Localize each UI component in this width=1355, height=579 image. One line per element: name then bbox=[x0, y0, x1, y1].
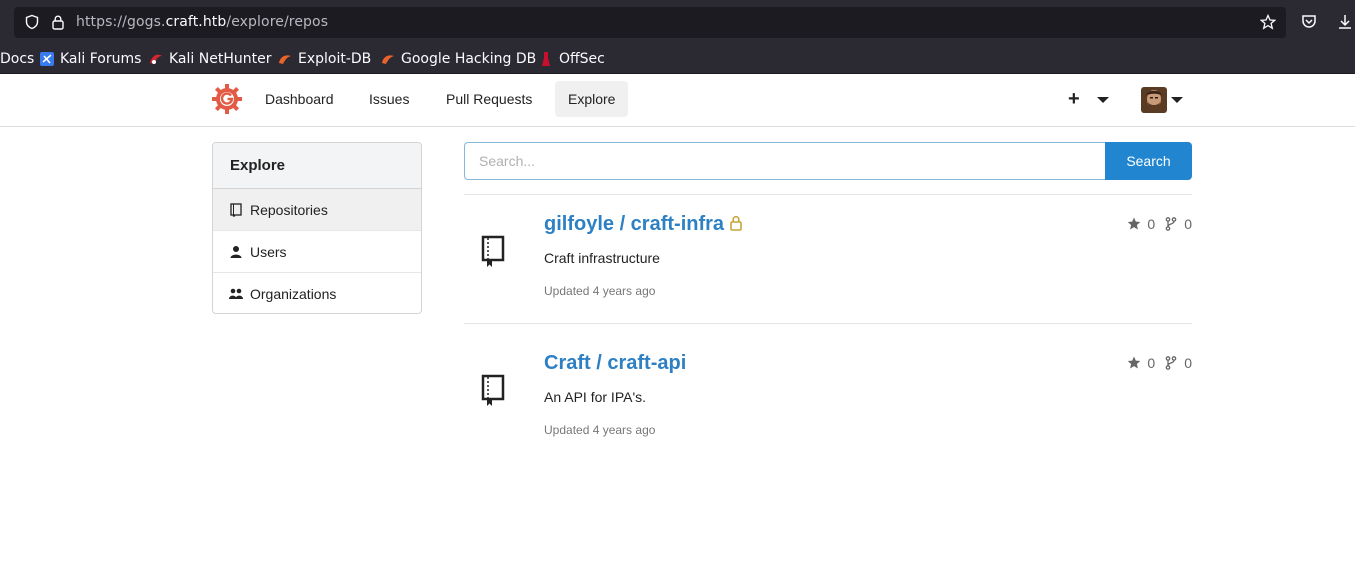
google-hacking-db-icon bbox=[382, 55, 394, 64]
download-icon[interactable] bbox=[1336, 13, 1354, 31]
chevron-down-icon bbox=[1171, 97, 1183, 103]
pocket-icon[interactable] bbox=[1300, 13, 1318, 31]
bookmark-offsec[interactable]: OffSec bbox=[538, 49, 605, 69]
kali-forums-icon bbox=[40, 52, 54, 66]
nav-explore[interactable]: Explore bbox=[555, 81, 629, 117]
sidebar-item-label: Users bbox=[250, 243, 287, 260]
bookmark-kali-forums[interactable]: Kali Forums bbox=[39, 49, 141, 69]
search-input[interactable] bbox=[464, 142, 1106, 180]
divider bbox=[464, 323, 1192, 324]
repo-item: gilfoyle / craft-infra Craft infrastruct… bbox=[464, 195, 1192, 315]
repo-book-icon bbox=[481, 374, 505, 406]
nav-dashboard[interactable]: Dashboard bbox=[252, 81, 347, 117]
offsec-icon bbox=[542, 52, 550, 66]
url-text[interactable]: https://gogs.craft.htb/explore/repos bbox=[76, 14, 328, 30]
star-icon bbox=[1128, 217, 1141, 230]
top-navbar: Dashboard Issues Pull Requests Explore + bbox=[0, 74, 1355, 127]
address-bar[interactable]: https://gogs.craft.htb/explore/repos bbox=[14, 7, 1286, 38]
bookmark-google-hacking-db[interactable]: Google Hacking DB bbox=[380, 49, 536, 69]
bookmark-kali-nethunter[interactable]: Kali NetHunter bbox=[148, 49, 271, 69]
repo-updated-time: Updated 4 years ago bbox=[544, 423, 656, 437]
sidebar-item-label: Repositories bbox=[250, 201, 328, 218]
repo-description: An API for IPA's. bbox=[544, 389, 647, 405]
explore-sidebar: Explore Repositories Users Organizations bbox=[212, 142, 422, 314]
fork-icon bbox=[1165, 217, 1177, 231]
fork-count: 0 bbox=[1184, 216, 1192, 232]
search-button[interactable]: Search bbox=[1105, 142, 1192, 180]
chevron-down-icon bbox=[1097, 97, 1109, 103]
star-icon bbox=[1128, 356, 1141, 369]
repo-stats: 0 0 bbox=[1127, 216, 1192, 232]
star-count: 0 bbox=[1147, 355, 1156, 371]
bookmarks-toolbar: Docs Kali Forums Kali NetHunter Exploit-… bbox=[0, 43, 1355, 74]
sidebar-title: Explore bbox=[213, 143, 421, 189]
sidebar-item-label: Organizations bbox=[250, 286, 337, 302]
repo-stats: 0 0 bbox=[1127, 355, 1192, 371]
browser-toolbar: https://gogs.craft.htb/explore/repos bbox=[0, 0, 1355, 43]
sidebar-item-organizations[interactable]: Organizations bbox=[213, 273, 421, 313]
repo-book-icon bbox=[481, 235, 505, 267]
gogs-logo-icon[interactable] bbox=[212, 84, 242, 114]
bookmark-exploit-db[interactable]: Exploit-DB bbox=[277, 49, 371, 69]
nav-issues[interactable]: Issues bbox=[356, 81, 422, 117]
star-bookmark-icon[interactable] bbox=[1260, 14, 1276, 30]
repo-icon bbox=[230, 202, 242, 217]
private-lock-icon bbox=[730, 215, 742, 231]
fork-count: 0 bbox=[1184, 355, 1192, 371]
repo-item: Craft / craft-api An API for IPA's. Upda… bbox=[464, 334, 1192, 454]
plus-icon: + bbox=[1068, 88, 1080, 110]
avatar bbox=[1141, 87, 1167, 113]
organization-icon bbox=[229, 288, 243, 299]
repo-name-link[interactable]: gilfoyle / craft-infra bbox=[544, 213, 743, 236]
sidebar-item-users[interactable]: Users bbox=[213, 231, 421, 273]
nav-pull-requests[interactable]: Pull Requests bbox=[433, 81, 545, 117]
repo-name-link[interactable]: Craft / craft-api bbox=[544, 352, 686, 375]
shield-icon[interactable] bbox=[24, 14, 40, 30]
exploit-db-icon bbox=[279, 55, 291, 64]
bookmark-docs[interactable]: Docs bbox=[0, 49, 34, 69]
user-icon bbox=[230, 245, 242, 258]
kali-nethunter-icon bbox=[150, 54, 162, 64]
repo-updated-time: Updated 4 years ago bbox=[544, 284, 656, 298]
fork-icon bbox=[1165, 356, 1177, 370]
star-count: 0 bbox=[1147, 216, 1156, 232]
sidebar-item-repositories[interactable]: Repositories bbox=[213, 189, 421, 231]
lock-icon[interactable] bbox=[50, 14, 66, 30]
repo-description: Craft infrastructure bbox=[544, 250, 660, 266]
